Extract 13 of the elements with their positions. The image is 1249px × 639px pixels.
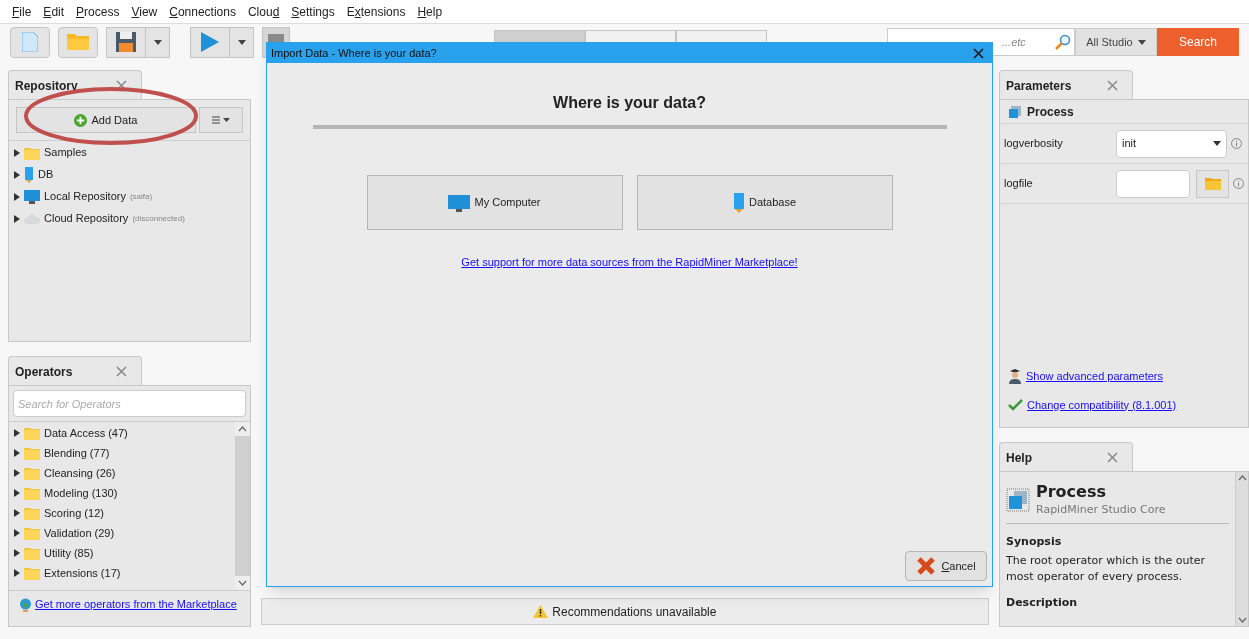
help-subtitle: RapidMiner Studio Core bbox=[1036, 502, 1166, 518]
status-text: Recommendations unavailable bbox=[552, 603, 717, 621]
operator-name: Process bbox=[1027, 103, 1074, 121]
dialog-title: Import Data - Where is your data? bbox=[271, 45, 437, 61]
dialog-heading: Where is your data? bbox=[553, 93, 706, 113]
section-heading: Synopsis bbox=[1006, 533, 1063, 550]
parameter-label: logverbosity bbox=[1004, 136, 1064, 152]
tree-item-note: (saifa) bbox=[129, 190, 153, 203]
section-text: The root operator which is the outer most operator of every process. bbox=[1006, 553, 1206, 585]
tree-item-note: (disconnected) bbox=[132, 212, 185, 225]
section-heading: Description bbox=[1006, 595, 1079, 611]
parameter-label: logfile bbox=[1004, 176, 1034, 192]
help-title: Process bbox=[1036, 482, 1107, 502]
